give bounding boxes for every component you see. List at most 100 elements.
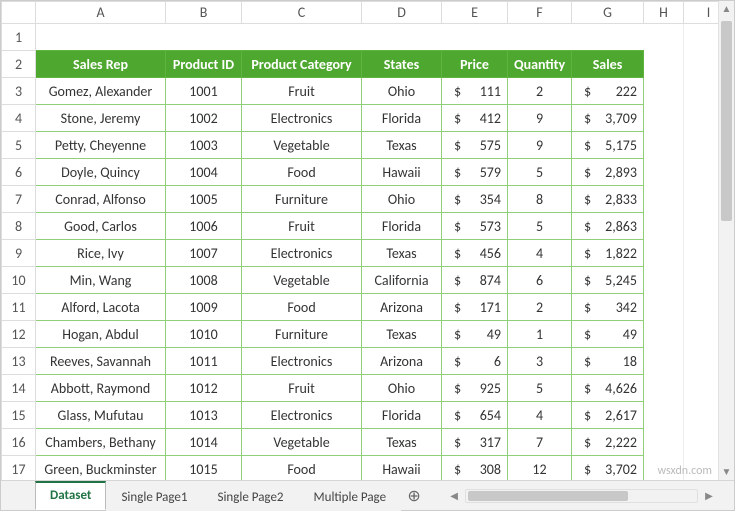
cell[interactable]: 7 [508, 429, 572, 456]
cell[interactable] [644, 240, 684, 267]
cell[interactable]: $6 [442, 348, 508, 375]
col-header-F[interactable]: F [508, 2, 572, 24]
cell[interactable]: Hawaii [362, 159, 442, 186]
row-header[interactable]: 14 [2, 375, 36, 402]
cell[interactable]: Hogan, Abdul [36, 321, 166, 348]
cell[interactable]: $18 [572, 348, 644, 375]
cell[interactable]: $2,833 [572, 186, 644, 213]
cell[interactable]: $49 [572, 321, 644, 348]
cell[interactable]: 1010 [166, 321, 242, 348]
cell[interactable]: Arizona [362, 348, 442, 375]
scroll-left-icon[interactable]: ◀ [447, 489, 461, 502]
cell[interactable]: Food [242, 294, 362, 321]
cell[interactable]: 1006 [166, 213, 242, 240]
row-header[interactable]: 3 [2, 78, 36, 105]
cell[interactable]: Fruit [242, 213, 362, 240]
cell[interactable]: Gomez, Alexander [36, 78, 166, 105]
cell[interactable]: $4,626 [572, 375, 644, 402]
cell[interactable]: Texas [362, 429, 442, 456]
new-sheet-button[interactable]: ⊕ [401, 481, 427, 510]
cell[interactable]: 8 [508, 186, 572, 213]
cell[interactable]: Fruit [242, 375, 362, 402]
row-header[interactable]: 10 [2, 267, 36, 294]
vertical-scrollbar[interactable]: ▲ ▼ [718, 1, 734, 480]
sheet-tab[interactable]: Multiple Page [299, 484, 402, 511]
table-header-pid[interactable]: Product ID [166, 51, 242, 78]
cell[interactable] [644, 78, 684, 105]
cell[interactable]: $5,245 [572, 267, 644, 294]
cell[interactable] [36, 24, 684, 51]
cell[interactable] [644, 294, 684, 321]
cell[interactable]: 4 [508, 402, 572, 429]
sheet-tab[interactable]: Dataset [35, 481, 106, 510]
sheet-tab[interactable]: Single Page2 [202, 484, 298, 511]
cell[interactable]: 5 [508, 375, 572, 402]
row-header[interactable]: 2 [2, 51, 36, 78]
row-header[interactable]: 7 [2, 186, 36, 213]
cell[interactable]: Stone, Jeremy [36, 105, 166, 132]
cell[interactable]: Florida [362, 213, 442, 240]
col-header-E[interactable]: E [442, 2, 508, 24]
row-header[interactable]: 15 [2, 402, 36, 429]
cell[interactable]: $456 [442, 240, 508, 267]
cell[interactable]: 5 [508, 159, 572, 186]
col-header-G[interactable]: G [572, 2, 644, 24]
cell[interactable] [644, 321, 684, 348]
cell[interactable]: $2,222 [572, 429, 644, 456]
cell[interactable]: Texas [362, 240, 442, 267]
cell[interactable]: 12 [508, 456, 572, 483]
cell[interactable]: Food [242, 159, 362, 186]
cell[interactable]: Alford, Lacota [36, 294, 166, 321]
cell[interactable]: $412 [442, 105, 508, 132]
cell[interactable]: 9 [508, 105, 572, 132]
cell[interactable]: Florida [362, 105, 442, 132]
col-header-B[interactable]: B [166, 2, 242, 24]
cell[interactable]: Texas [362, 132, 442, 159]
cell[interactable]: $874 [442, 267, 508, 294]
cell[interactable]: Electronics [242, 105, 362, 132]
cell[interactable]: 1 [508, 321, 572, 348]
cell[interactable]: Vegetable [242, 132, 362, 159]
cell[interactable]: 4 [508, 240, 572, 267]
row-header[interactable]: 11 [2, 294, 36, 321]
cell[interactable]: $2,893 [572, 159, 644, 186]
cell[interactable]: $5,175 [572, 132, 644, 159]
hscroll-thumb[interactable] [468, 491, 628, 501]
table-header-state[interactable]: States [362, 51, 442, 78]
cell[interactable]: 1015 [166, 456, 242, 483]
cell[interactable]: Min, Wang [36, 267, 166, 294]
cell[interactable]: Furniture [242, 186, 362, 213]
cell[interactable]: Hawaii [362, 456, 442, 483]
vscroll-thumb[interactable] [721, 21, 732, 221]
cell[interactable] [644, 132, 684, 159]
cell[interactable]: $579 [442, 159, 508, 186]
cell[interactable]: Petty, Cheyenne [36, 132, 166, 159]
cell[interactable] [644, 159, 684, 186]
cell[interactable]: $354 [442, 186, 508, 213]
cell[interactable]: 1014 [166, 429, 242, 456]
cell[interactable]: 1013 [166, 402, 242, 429]
cell[interactable]: Furniture [242, 321, 362, 348]
cell[interactable]: 1008 [166, 267, 242, 294]
worksheet-grid[interactable]: A B C D E F G H I 1 2 Sales Rep Product … [1, 1, 734, 483]
cell[interactable] [644, 213, 684, 240]
cell[interactable]: Ohio [362, 186, 442, 213]
cell[interactable]: 1012 [166, 375, 242, 402]
cell[interactable]: Rice, Ivy [36, 240, 166, 267]
cell[interactable]: $575 [442, 132, 508, 159]
cell[interactable]: 1002 [166, 105, 242, 132]
cell[interactable]: 2 [508, 294, 572, 321]
cell[interactable]: Green, Buckminster [36, 456, 166, 483]
sheet-tab[interactable]: Single Page1 [106, 484, 202, 511]
col-header-H[interactable]: H [644, 2, 684, 24]
cell[interactable] [644, 348, 684, 375]
cell[interactable]: Reeves, Savannah [36, 348, 166, 375]
cell[interactable]: 6 [508, 267, 572, 294]
col-header-A[interactable]: A [36, 2, 166, 24]
cell[interactable] [644, 51, 684, 78]
table-header-cat[interactable]: Product Category [242, 51, 362, 78]
cell[interactable]: 1007 [166, 240, 242, 267]
cell[interactable]: 2 [508, 78, 572, 105]
cell[interactable]: Food [242, 456, 362, 483]
cell[interactable]: Electronics [242, 402, 362, 429]
